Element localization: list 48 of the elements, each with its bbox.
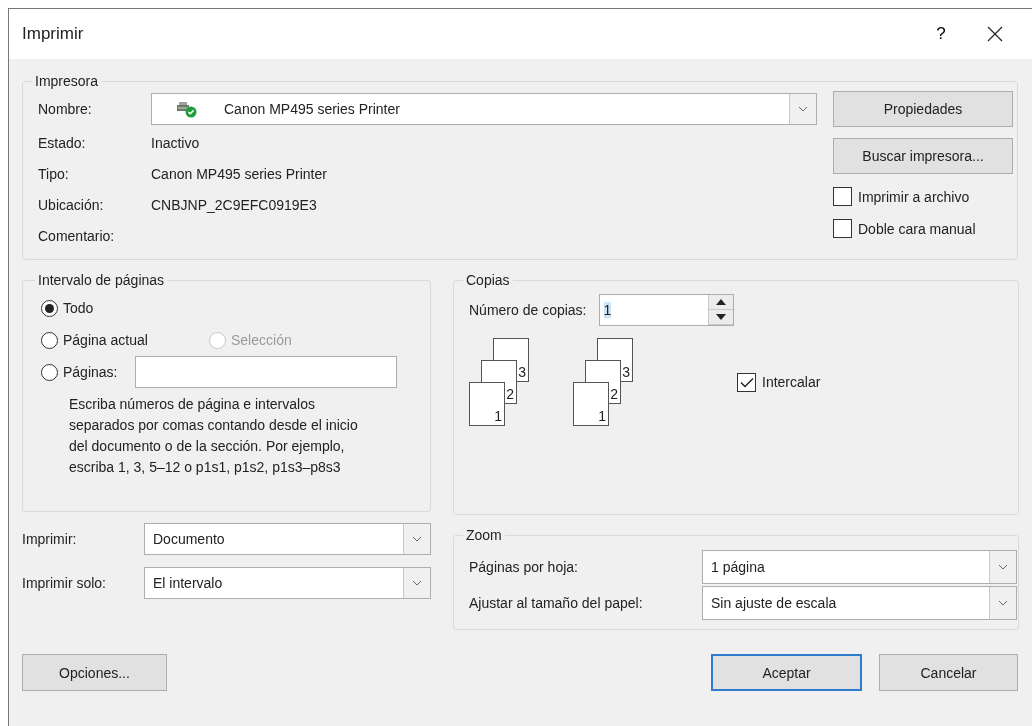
option-select[interactable]: El intervalo (144, 567, 431, 599)
dialog-button[interactable]: Buscar impresora... (833, 138, 1013, 174)
field-label: Ubicación: (38, 196, 105, 213)
close-icon (987, 26, 1003, 42)
dialog-button[interactable]: Cancelar (879, 654, 1018, 691)
checkbox-option[interactable]: Doble cara manual (833, 219, 1013, 238)
field-label: Tipo: (38, 165, 70, 182)
hint-text: Escriba números de página e intervalos separados por comas contando desde el inicio del documento o de la sección. Por ejemplo, escriba 1, 3, 5–12 o p1s1, p1s2, p1s3–p8s3 (69, 395, 359, 477)
up-triangle-icon (715, 299, 726, 305)
group-legend: Intervalo de páginas (35, 272, 168, 288)
field-label: Páginas por hoja: (469, 559, 579, 575)
page-stack-drawing: 3 2 1 (573, 338, 637, 426)
window-title: Imprimir (22, 24, 85, 44)
field-label: Nombre: (38, 101, 93, 117)
group-legend: Zoom (463, 527, 505, 543)
group-legend: Impresora (32, 73, 102, 89)
field-label: Imprimir solo: (22, 575, 107, 591)
help-button[interactable]: ? (921, 14, 961, 54)
copies-spinner[interactable]: 1 (598, 294, 734, 326)
field-label: Ajustar al tamaño del papel: (469, 595, 644, 611)
dialog-button[interactable]: Opciones... (22, 654, 167, 691)
printer-select[interactable]: Canon MP495 series Printer (151, 93, 817, 125)
field-value: Canon MP495 series Printer (151, 165, 327, 182)
page-stack-drawing: 3 2 1 (469, 338, 533, 426)
printer-icon (176, 100, 198, 118)
checkbox-option[interactable]: Imprimir a archivo (833, 187, 1013, 206)
field-label: Imprimir: (22, 531, 78, 547)
field-value: Inactivo (151, 134, 200, 151)
field-label: Comentario: (38, 227, 116, 244)
option-select[interactable]: Sin ajuste de escala (702, 586, 1017, 620)
group-legend: Copias (463, 272, 513, 288)
dialog-button[interactable]: Propiedades (833, 91, 1013, 127)
option-select[interactable]: 1 página (702, 550, 1017, 584)
field-label: Estado: (38, 134, 87, 151)
radio-option[interactable]: Página actual (41, 331, 209, 349)
field-value: CNBJNP_2C9EFC0919E3 (151, 196, 317, 213)
down-triangle-icon (715, 314, 726, 320)
copies-value: 1 (603, 302, 612, 318)
checkbox-option[interactable]: Intercalar (737, 372, 821, 392)
decrement-button[interactable] (708, 310, 733, 325)
option-select[interactable]: Documento (144, 523, 431, 555)
field-label: Número de copias: (469, 302, 587, 318)
dialog-button[interactable]: Aceptar (711, 654, 862, 691)
pages-input[interactable] (135, 356, 398, 388)
radio-option[interactable]: Páginas: (41, 363, 118, 381)
check-icon (739, 376, 754, 388)
increment-button[interactable] (708, 295, 733, 310)
radio-option[interactable]: Todo (41, 299, 94, 317)
